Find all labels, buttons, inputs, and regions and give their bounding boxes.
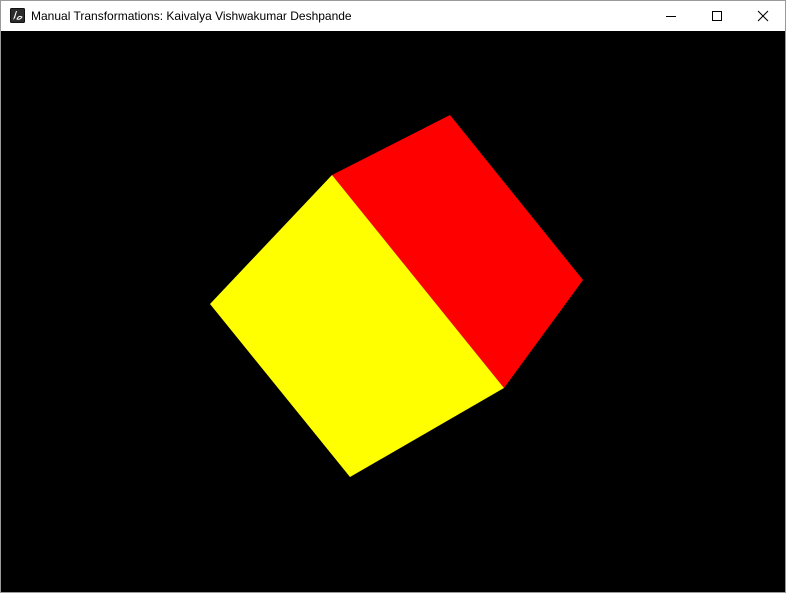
- maximize-icon: [712, 11, 722, 21]
- maximize-button[interactable]: [694, 1, 740, 31]
- window-title: Manual Transformations: Kaivalya Vishwak…: [31, 9, 352, 23]
- close-button[interactable]: [740, 1, 785, 31]
- app-icon[interactable]: [10, 8, 25, 23]
- application-window: Manual Transformations: Kaivalya Vishwak…: [0, 0, 786, 593]
- minimize-button[interactable]: [648, 1, 694, 31]
- render-canvas: [210, 115, 583, 477]
- minimize-icon: [666, 16, 676, 17]
- close-icon: [757, 10, 769, 22]
- opengl-viewport[interactable]: [1, 31, 785, 592]
- title-bar[interactable]: Manual Transformations: Kaivalya Vishwak…: [1, 1, 785, 31]
